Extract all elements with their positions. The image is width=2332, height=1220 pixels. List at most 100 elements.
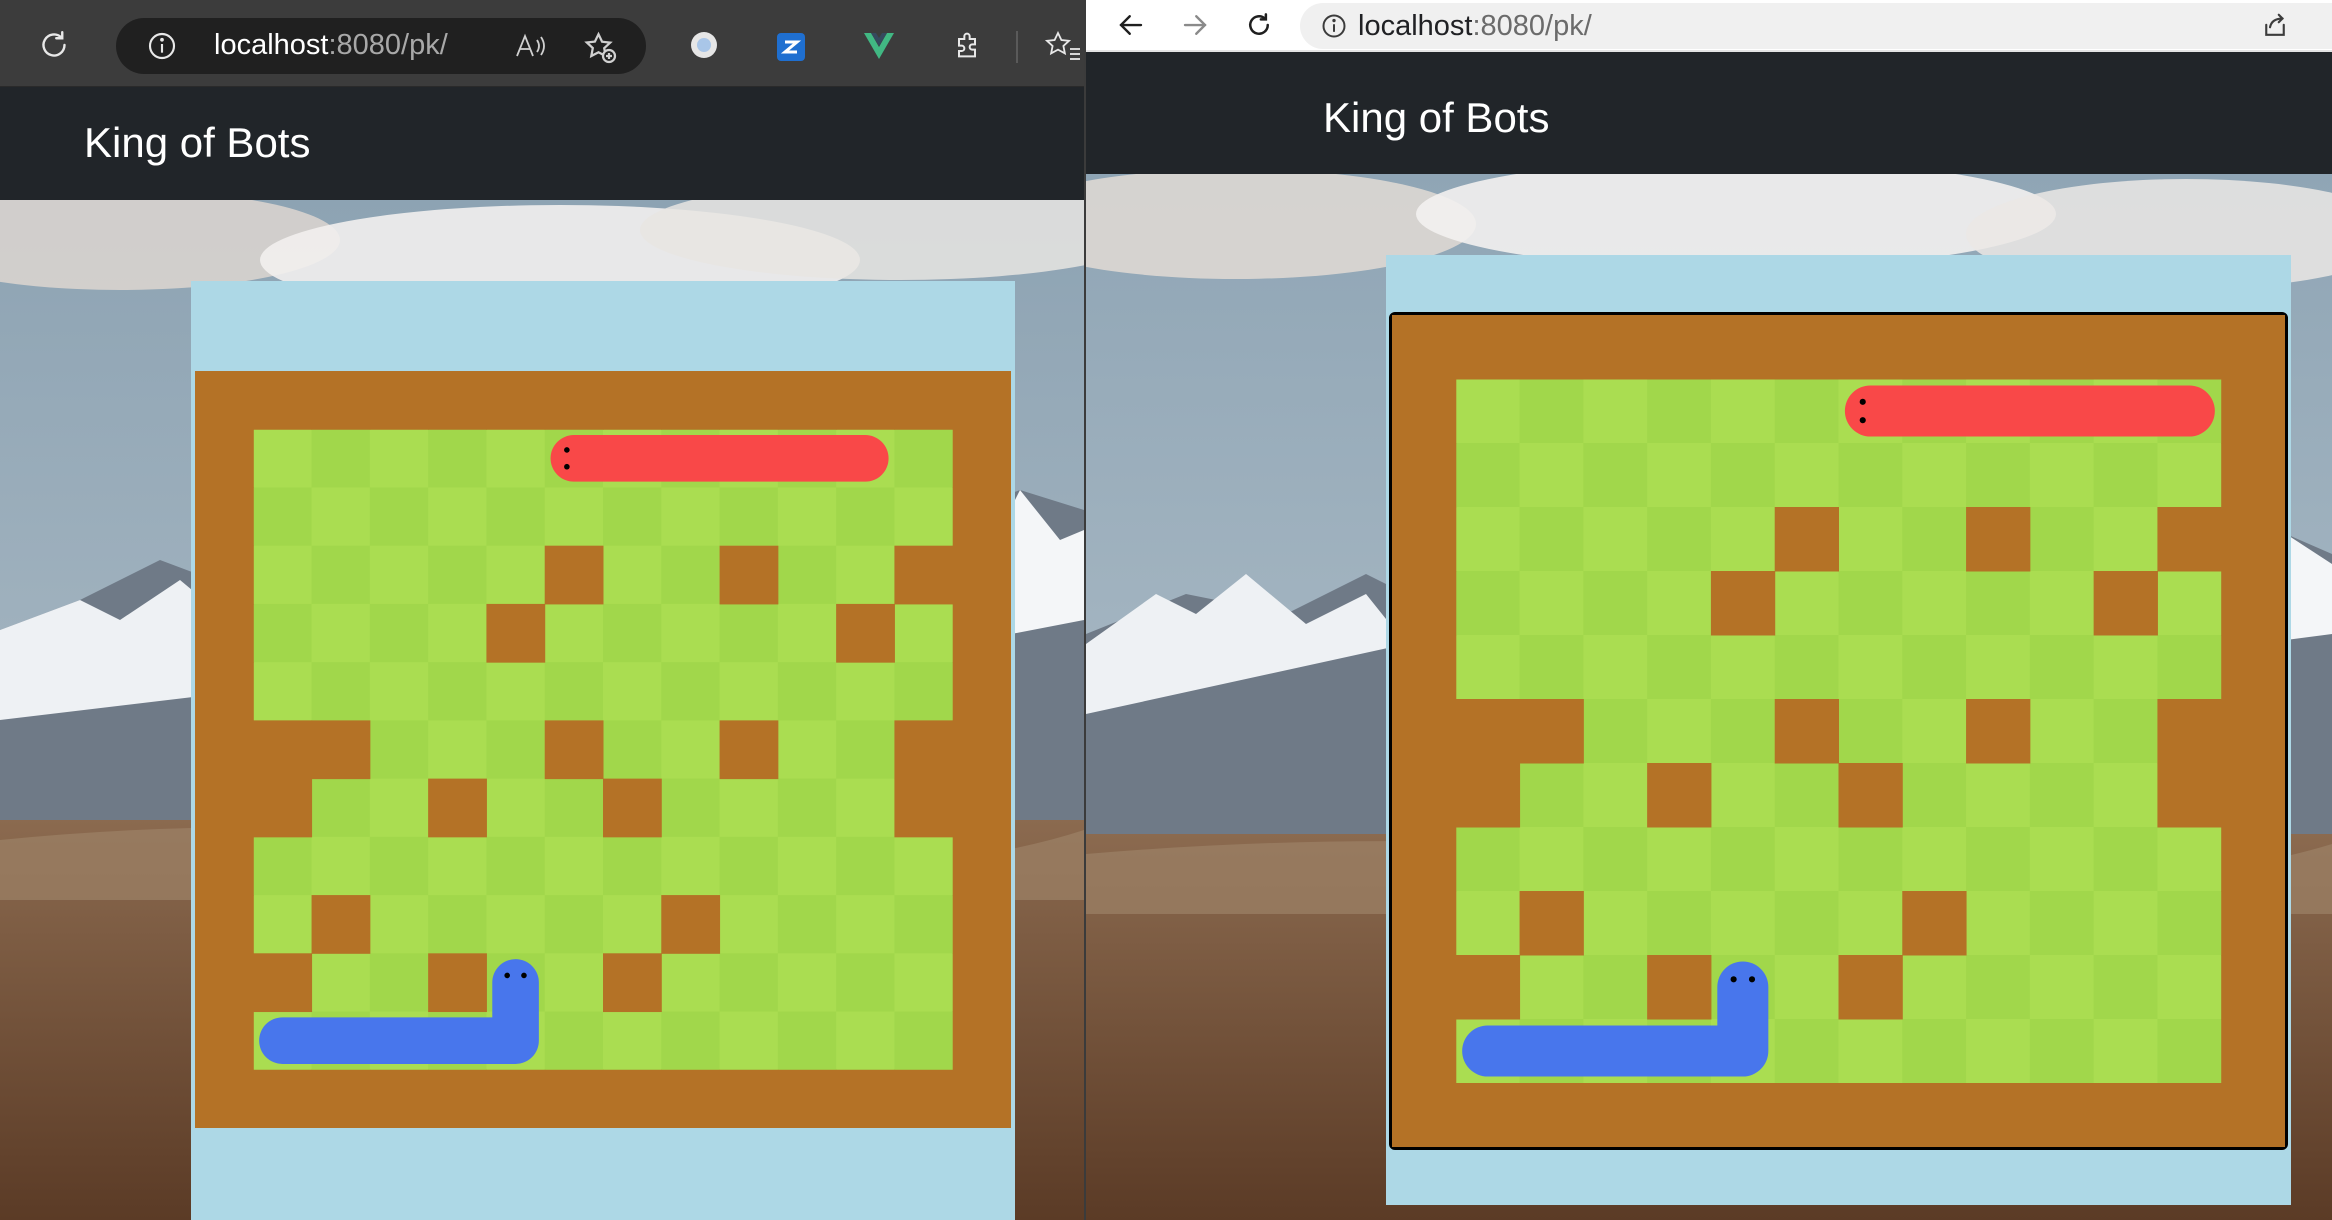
wall-cell (2221, 443, 2285, 508)
refresh-icon[interactable] (34, 25, 74, 65)
navbar-brand[interactable]: King of Bots (84, 119, 310, 167)
wall-cell (1392, 827, 1457, 892)
game-canvas[interactable] (195, 371, 1011, 1128)
grass-cell (2093, 507, 2158, 572)
grass-cell (2157, 955, 2222, 1020)
wall-cell (2093, 571, 2158, 636)
wall-cell (2221, 379, 2285, 444)
snake-eye (1859, 417, 1866, 424)
zotero-extension-icon[interactable] (776, 32, 806, 62)
wall-cell (428, 1069, 487, 1128)
grass-cell (253, 836, 313, 896)
read-aloud-icon[interactable] (514, 30, 548, 62)
wall-cell (2221, 635, 2285, 700)
snake-eye (1748, 976, 1756, 983)
wall-cell (369, 1069, 429, 1128)
grass-cell (719, 603, 779, 663)
grass-cell (2029, 827, 2095, 892)
wall-cell (1774, 699, 1839, 764)
snake-red (1844, 385, 2215, 437)
grass-cell (253, 603, 313, 663)
grass-cell (1902, 507, 1967, 572)
grass-cell (894, 1011, 954, 1071)
url-text[interactable]: localhost:8080/pk/ (214, 29, 448, 62)
grass-cell (369, 545, 429, 605)
grass-cell (777, 895, 837, 954)
grass-cell (719, 895, 779, 954)
grass-cell (777, 662, 837, 721)
wall-cell (1647, 1083, 1712, 1147)
grass-cell (1583, 571, 1648, 636)
grass-cell (1966, 1019, 2031, 1084)
extension-circle-icon[interactable] (688, 29, 720, 61)
refresh-icon[interactable] (1242, 8, 1276, 42)
snake-eye (564, 447, 570, 453)
favorites-icon[interactable] (1044, 30, 1082, 64)
grass-cell (1838, 507, 1903, 572)
wall-cell (2221, 571, 2285, 636)
extensions-icon[interactable] (950, 30, 984, 64)
info-icon[interactable] (146, 30, 178, 62)
url-text[interactable]: localhost:8080/pk/ (1358, 10, 1592, 43)
wall-cell (486, 1069, 546, 1128)
grass-cell (2157, 827, 2222, 892)
grass-cell (1647, 507, 1712, 572)
navbar-brand[interactable]: King of Bots (1323, 94, 1549, 142)
info-icon[interactable] (1320, 12, 1348, 40)
grass-cell (1838, 699, 1903, 764)
wall-cell (195, 662, 254, 721)
grass-cell (661, 720, 721, 780)
grass-cell (2029, 891, 2095, 956)
forward-icon[interactable] (1178, 8, 1212, 42)
wall-cell (1392, 1083, 1457, 1147)
wall-cell (2093, 1083, 2158, 1147)
wall-cell (195, 487, 254, 547)
wall-cell (486, 371, 546, 430)
share-icon[interactable] (2258, 9, 2292, 43)
grass-cell (2157, 891, 2222, 956)
wall-cell (544, 720, 604, 780)
grass-cell (1774, 827, 1839, 892)
grass-cell (311, 662, 371, 721)
grass-cell (544, 603, 604, 663)
wall-cell (1966, 507, 2031, 572)
grass-cell (311, 487, 371, 547)
wall-cell (1710, 315, 1776, 380)
back-icon[interactable] (1114, 8, 1148, 42)
wall-cell (1774, 1083, 1839, 1147)
address-bar[interactable]: localhost:8080/pk/ (1300, 3, 2332, 49)
wall-cell (894, 720, 954, 780)
grass-cell (1774, 763, 1839, 828)
grass-cell (1583, 443, 1648, 508)
wall-cell (661, 371, 721, 430)
grass-cell (2029, 763, 2095, 828)
game-board[interactable] (1389, 312, 2288, 1150)
grass-cell (253, 662, 313, 721)
grass-cell (1519, 955, 1584, 1020)
wall-cell (253, 778, 313, 838)
wall-cell (952, 545, 1011, 605)
grass-cell (1583, 827, 1648, 892)
wall-cell (2221, 891, 2285, 956)
game-board[interactable] (195, 371, 1011, 1128)
grass-cell (486, 545, 546, 605)
add-favorite-icon[interactable] (582, 29, 618, 65)
wall-cell (603, 1069, 662, 1128)
grass-cell (369, 895, 429, 954)
navbar: King of Bots (1086, 52, 2332, 174)
wall-cell (1455, 955, 1521, 1020)
grass-cell (1455, 571, 1521, 636)
wall-cell (253, 1069, 313, 1128)
game-canvas[interactable] (1392, 315, 2285, 1147)
address-bar[interactable]: localhost:8080/pk/ (116, 18, 646, 74)
wall-cell (952, 895, 1011, 954)
grass-cell (428, 836, 487, 896)
wall-cell (1774, 507, 1839, 572)
wall-cell (195, 545, 254, 605)
wall-cell (1710, 571, 1776, 636)
grass-cell (1455, 443, 1521, 508)
wall-cell (2029, 1083, 2095, 1147)
grass-cell (777, 778, 837, 838)
vue-devtools-icon[interactable] (862, 31, 896, 61)
wall-cell (195, 603, 254, 663)
